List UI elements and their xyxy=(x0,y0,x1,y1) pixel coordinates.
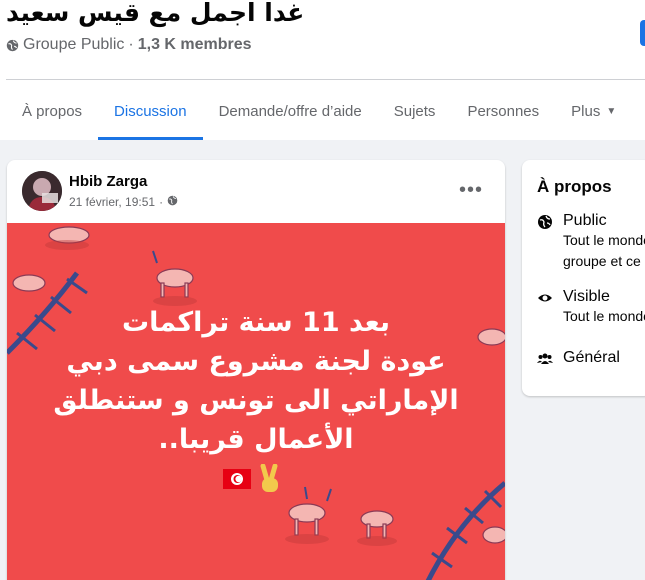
tab-about[interactable]: À propos xyxy=(6,82,98,140)
globe-icon xyxy=(167,195,178,209)
avatar[interactable] xyxy=(22,171,62,211)
tab-more[interactable]: Plus ▼ xyxy=(555,82,632,140)
tab-people[interactable]: Personnes xyxy=(451,82,555,140)
post-text-line: الإماراتي الى تونس و ستنطلق xyxy=(53,385,459,416)
group-header: غدا اجمل مع قيس سعيد Groupe Public · 1,3… xyxy=(0,0,645,140)
about-public-desc: Tout le monde peut voir qui est dans le xyxy=(563,232,645,248)
caret-down-icon: ▼ xyxy=(606,105,617,117)
eye-icon xyxy=(537,290,553,306)
about-general-label: Général xyxy=(563,349,620,366)
more-options-icon[interactable]: ••• xyxy=(455,174,487,206)
post-image-text: بعد 11 سنة تراكمات عودة لجنة مشروع سمى د… xyxy=(27,303,485,459)
about-card: À propos Public Tout le monde peut voir … xyxy=(522,160,645,396)
about-general-row: Général xyxy=(537,349,620,367)
meta-separator: · xyxy=(128,36,134,53)
about-title: À propos xyxy=(537,177,612,196)
group-meta: Groupe Public · 1,3 K membres xyxy=(6,36,252,54)
tab-more-label: Plus xyxy=(571,102,601,120)
meta-dot: · xyxy=(159,195,164,209)
globe-icon xyxy=(537,214,553,230)
about-public-desc: groupe et ce qui est publié. xyxy=(563,253,645,269)
group-tabs: À propos Discussion Demande/offre d’aide… xyxy=(6,82,632,140)
header-divider xyxy=(6,79,645,80)
post-text-line: الأعمال قريبا.. xyxy=(158,424,354,455)
post-card: Hbib Zarga 21 février, 19:51 · ••• بعد 1… xyxy=(7,160,505,580)
victory-hand-icon xyxy=(257,463,283,499)
post-image[interactable]: بعد 11 سنة تراكمات عودة لجنة مشروع سمى د… xyxy=(7,223,505,580)
member-count[interactable]: 1,3 K membres xyxy=(138,36,252,54)
group-title[interactable]: غدا اجمل مع قيس سعيد xyxy=(6,0,304,27)
globe-icon xyxy=(6,39,19,52)
post-text-line: عودة لجنة مشروع سمى دبي xyxy=(66,346,446,377)
tab-help[interactable]: Demande/offre d’aide xyxy=(203,82,378,140)
people-icon xyxy=(537,351,553,367)
post-text-line: بعد 11 سنة تراكمات xyxy=(122,307,390,338)
tunisia-flag-icon xyxy=(223,469,251,494)
about-public-row: Public Tout le monde peut voir qui est d… xyxy=(537,212,645,272)
tab-discussion[interactable]: Discussion xyxy=(98,82,203,140)
post-date[interactable]: 21 février, 19:51 xyxy=(69,195,155,209)
about-visible-label: Visible xyxy=(563,288,610,305)
tab-topics[interactable]: Sujets xyxy=(378,82,452,140)
about-visible-row: Visible Tout le monde peut trouver ce gr… xyxy=(537,288,645,327)
post-meta: 21 février, 19:51 · xyxy=(69,195,178,209)
group-privacy: Groupe Public xyxy=(23,36,125,53)
post-author[interactable]: Hbib Zarga xyxy=(69,173,147,190)
join-button[interactable] xyxy=(640,20,645,46)
about-visible-desc: Tout le monde peut trouver ce groupe. xyxy=(563,308,645,324)
emoji-row xyxy=(223,463,283,499)
about-public-label: Public xyxy=(563,212,607,229)
